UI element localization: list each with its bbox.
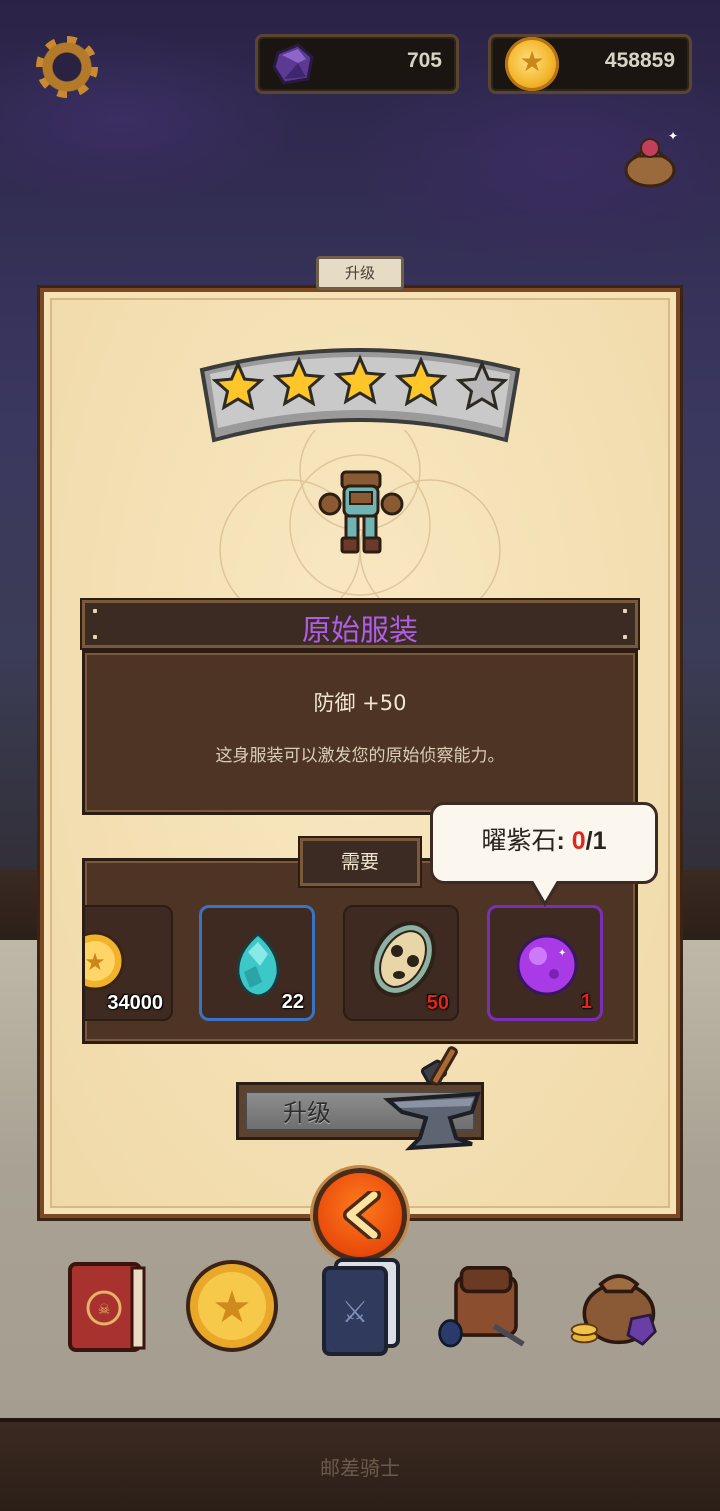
tooltip-have: 0 <box>571 827 586 855</box>
anvil-hammer-icon <box>382 1046 481 1151</box>
item-description-box: 防御 +50 这身服装可以激发您的原始侦察能力。 <box>82 650 638 815</box>
requirement-count: 1 <box>580 991 592 1013</box>
requirement-slot-crystal[interactable]: 22 <box>199 905 315 1021</box>
card-deck-icon[interactable]: ⚔ <box>312 1254 412 1358</box>
requirement-slot-gold[interactable]: ★ 34000 <box>84 905 173 1021</box>
gold-coin-icon <box>505 37 559 91</box>
hero-outfit-preview <box>318 470 404 554</box>
backpack-icon[interactable] <box>436 1254 536 1358</box>
item-description: 这身服装可以激发您的原始侦察能力。 <box>215 746 505 766</box>
chevron-left-icon <box>343 1191 381 1239</box>
requirement-slot-orb[interactable]: ✦ 1 <box>487 905 603 1021</box>
purple-orb-icon: ✦ <box>516 934 578 996</box>
tab-upgrade[interactable]: 升级 <box>316 256 404 290</box>
svg-text:⚔: ⚔ <box>342 1295 369 1330</box>
upgrade-button-label: 升级 <box>283 1099 331 1127</box>
treasure-bag-icon[interactable]: ✦ <box>618 126 682 190</box>
book-icon[interactable]: ☠ <box>58 1254 158 1358</box>
tribal-mask-icon <box>370 921 436 997</box>
gold-count: 458859 <box>604 49 675 72</box>
requirements-label: 需要 <box>300 838 420 886</box>
item-title-bar: 原始服装 <box>82 600 638 648</box>
item-stat: 防御 +50 <box>313 691 407 715</box>
gem-counter[interactable]: 705 <box>255 34 459 94</box>
tooltip-need: /1 <box>585 827 607 855</box>
tooltip-item-name: 曜紫石 <box>481 826 557 855</box>
svg-text:✦: ✦ <box>668 129 678 143</box>
gold-coin-icon: ★ <box>84 931 125 991</box>
item-name: 原始服装 <box>301 613 418 647</box>
loot-bag-icon[interactable] <box>568 1254 668 1358</box>
settings-gear-icon[interactable] <box>36 36 98 98</box>
back-button[interactable] <box>313 1168 407 1262</box>
tooltip-sep: : <box>556 827 572 855</box>
purple-gem-icon <box>272 43 314 85</box>
requirement-count: 50 <box>426 992 449 1014</box>
gold-counter[interactable]: 458859 <box>488 34 692 94</box>
gem-count: 705 <box>406 49 442 72</box>
requirement-slot-mask[interactable]: 50 <box>343 905 459 1021</box>
svg-text:★: ★ <box>84 948 106 976</box>
cyan-crystal-icon <box>236 932 280 998</box>
requirement-count: 22 <box>281 991 304 1013</box>
star-rating <box>199 348 521 443</box>
svg-text:✦: ✦ <box>558 948 566 959</box>
svg-text:☠: ☠ <box>98 1302 111 1318</box>
gold-star-coin-icon[interactable]: ★ <box>182 1254 282 1358</box>
item-tooltip: 曜紫石: 0/1 <box>430 802 658 907</box>
footer-title: 邮差骑士 <box>320 1456 400 1480</box>
requirement-count: 34000 <box>107 992 163 1014</box>
svg-text:★: ★ <box>212 1282 251 1333</box>
